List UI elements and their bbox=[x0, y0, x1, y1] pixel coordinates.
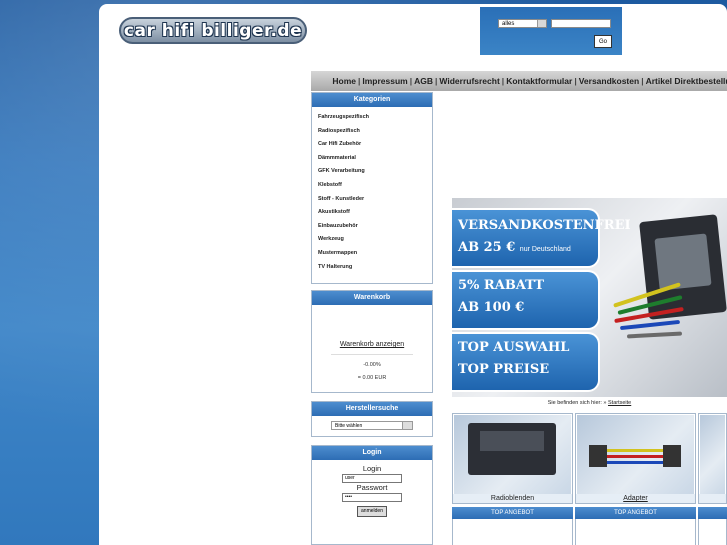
connector-shape bbox=[589, 445, 607, 467]
top-offer-header: TOP ANGEBOT bbox=[575, 507, 696, 519]
page-container: car hifi billiger.de alles Go Home | Impre… bbox=[99, 4, 727, 545]
category-tile-partial[interactable] bbox=[698, 413, 727, 504]
cart-total: = 0.00 EUR bbox=[357, 375, 387, 381]
top-offer-header bbox=[698, 507, 727, 519]
search-box: alles Go bbox=[480, 7, 622, 55]
cart-count: -0.00% bbox=[363, 362, 381, 368]
chevron-down-icon bbox=[537, 20, 546, 27]
top-offer-body[interactable] bbox=[698, 519, 727, 545]
tile-image bbox=[700, 415, 725, 495]
banner-panel: VERSANDKOSTENFREI AB 25 € nur Deutschlan… bbox=[452, 208, 631, 268]
nav-direktbestellung[interactable]: Artikel Direktbestellung bbox=[646, 76, 727, 86]
category-tile-radioblenden[interactable]: Radioblenden bbox=[452, 413, 573, 504]
nav-links: Home | Impressum | AGB | Widerrufsrecht | Kontak… bbox=[332, 76, 727, 86]
manufacturer-title: Herstellersuche bbox=[312, 402, 432, 416]
nav-kontaktformular[interactable]: Kontaktformular bbox=[506, 76, 572, 86]
cable-wire bbox=[607, 461, 663, 464]
category-item[interactable]: Klebstoff bbox=[318, 179, 432, 193]
top-offer-body[interactable] bbox=[452, 519, 573, 545]
tile-caption: Adapter bbox=[576, 494, 695, 503]
logo-text: car hifi billiger.de bbox=[123, 20, 303, 41]
banner-line-2-small: nur Deutschland bbox=[519, 246, 571, 253]
category-item[interactable]: GFK Verarbeitung bbox=[318, 165, 432, 179]
breadcrumb: Sie befinden sich hier: » Startseite bbox=[452, 400, 727, 406]
cart-show-link[interactable]: Warenkorb anzeigen bbox=[312, 341, 432, 348]
top-offer-header: TOP ANGEBOT bbox=[452, 507, 573, 519]
radio-frame-inner bbox=[654, 233, 712, 291]
nav-impressum[interactable]: Impressum bbox=[362, 76, 407, 86]
manufacturer-select[interactable]: Bitte wählen bbox=[331, 421, 413, 430]
nav-agb[interactable]: AGB bbox=[414, 76, 433, 86]
username-field[interactable]: user bbox=[342, 474, 402, 483]
login-label: Login bbox=[362, 464, 382, 473]
breadcrumb-prefix: Sie befinden sich hier: » bbox=[547, 400, 607, 406]
category-item[interactable]: Fahrzeugspezifisch bbox=[318, 111, 432, 125]
login-title: Login bbox=[312, 446, 432, 460]
promo-banner[interactable]: VERSANDKOSTENFREI AB 25 € nur Deutschlan… bbox=[452, 198, 727, 397]
divider bbox=[331, 354, 413, 355]
search-category-value: alles bbox=[502, 21, 515, 27]
radio-slot-shape bbox=[480, 431, 544, 451]
nav-widerrufsrecht[interactable]: Widerrufsrecht bbox=[439, 76, 499, 86]
banner-line-6: TOP PREISE bbox=[458, 362, 550, 377]
banner-line-2-main: AB 25 € bbox=[458, 240, 516, 255]
category-item[interactable]: Akustikstoff bbox=[318, 206, 432, 220]
manufacturer-box: Herstellersuche Bitte wählen bbox=[311, 401, 433, 437]
banner-line-1: VERSANDKOSTENFREI bbox=[458, 218, 631, 233]
category-item[interactable]: Car Hifi Zubehör bbox=[318, 138, 432, 152]
password-label: Passwort bbox=[356, 483, 388, 492]
category-item[interactable]: Dämmmaterial bbox=[318, 152, 432, 166]
category-item[interactable]: TV Halterung bbox=[318, 261, 432, 275]
banner-panel: 5% RABATT AB 100 € bbox=[452, 270, 600, 330]
category-list: Fahrzeugspezifisch Radiospezifisch Car H… bbox=[312, 107, 432, 274]
banner-line-5: TOP AUSWAHL bbox=[458, 340, 570, 355]
nav-home[interactable]: Home bbox=[332, 76, 356, 86]
cable-wire bbox=[607, 455, 663, 458]
tile-image bbox=[454, 415, 571, 495]
cable-wire bbox=[619, 319, 681, 331]
breadcrumb-home-link[interactable]: Startseite bbox=[608, 400, 631, 406]
cable-wire bbox=[607, 449, 663, 452]
banner-panel: TOP AUSWAHL TOP PREISE bbox=[452, 332, 600, 392]
banner-line-4: AB 100 € bbox=[458, 300, 525, 315]
cart-box: Warenkorb Warenkorb anzeigen -0.00% = 0.… bbox=[311, 290, 433, 393]
nav-versandkosten[interactable]: Versandkosten bbox=[579, 76, 639, 86]
category-item[interactable]: Radiospezifisch bbox=[318, 125, 432, 139]
top-offer-body[interactable] bbox=[575, 519, 696, 545]
top-navigation: Home | Impressum | AGB | Widerrufsrecht | Kontak… bbox=[311, 71, 727, 91]
login-box: Login Login user Passwort •••• anmelden bbox=[311, 445, 433, 545]
banner-line-3: 5% RABATT bbox=[458, 278, 545, 293]
manufacturer-selected: Bitte wählen bbox=[335, 423, 363, 429]
search-input[interactable] bbox=[551, 19, 611, 28]
chevron-down-icon bbox=[402, 422, 412, 429]
site-logo[interactable]: car hifi billiger.de bbox=[119, 17, 307, 44]
connector-shape bbox=[663, 445, 681, 467]
cable-wire bbox=[626, 331, 683, 339]
category-item[interactable]: Werkzeug bbox=[318, 233, 432, 247]
categories-box: Kategorien Fahrzeugspezifisch Radiospezi… bbox=[311, 92, 433, 284]
login-button[interactable]: anmelden bbox=[357, 506, 387, 517]
categories-title: Kategorien bbox=[312, 93, 432, 107]
tile-image bbox=[577, 415, 694, 495]
search-category-select[interactable]: alles bbox=[498, 19, 547, 28]
banner-line-2: AB 25 € nur Deutschland bbox=[458, 240, 571, 255]
category-item[interactable]: Einbauzubehör bbox=[318, 220, 432, 234]
category-tile-adapter[interactable]: Adapter bbox=[575, 413, 696, 504]
category-item[interactable]: Mustermappen bbox=[318, 247, 432, 261]
tile-caption: Radioblenden bbox=[453, 494, 572, 503]
tile-caption bbox=[699, 494, 726, 503]
cart-title: Warenkorb bbox=[312, 291, 432, 305]
search-go-button[interactable]: Go bbox=[594, 35, 612, 48]
category-item[interactable]: Stoff - Kunstleder bbox=[318, 193, 432, 207]
password-field[interactable]: •••• bbox=[342, 493, 402, 502]
